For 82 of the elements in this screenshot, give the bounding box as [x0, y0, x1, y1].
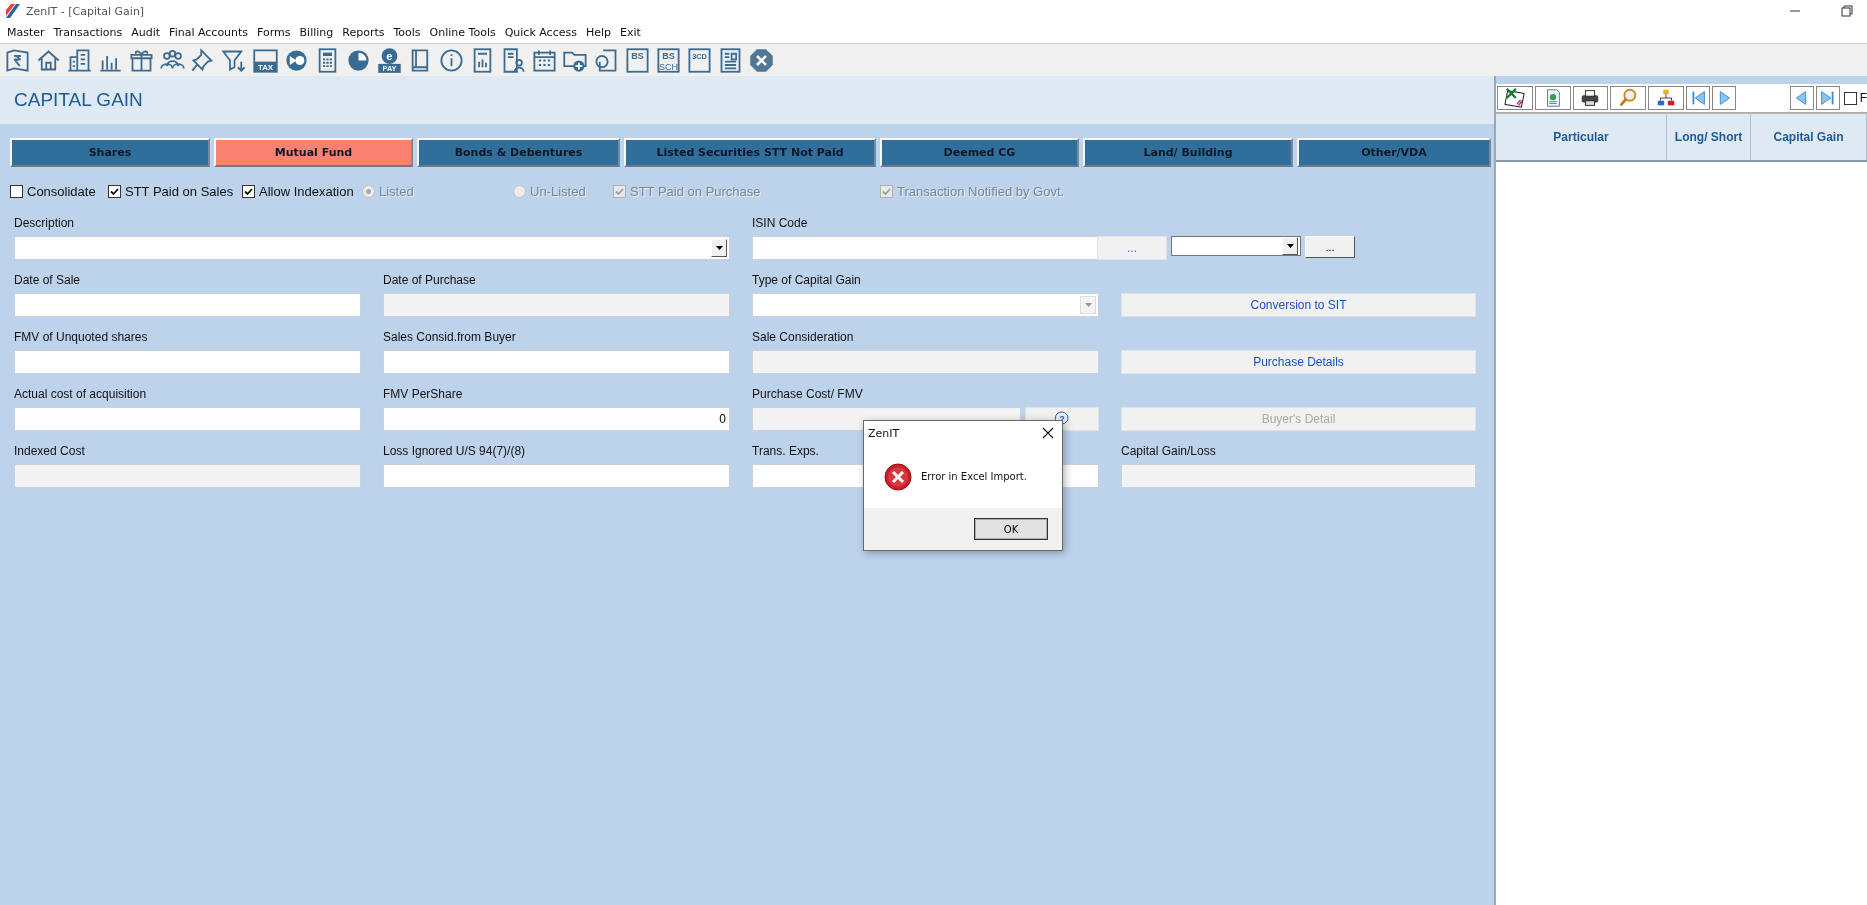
checkbox[interactable]: [242, 184, 255, 198]
skip-first-button[interactable]: [1686, 86, 1710, 110]
close-icon[interactable]: [1042, 427, 1054, 439]
ok-button[interactable]: OK: [974, 518, 1048, 540]
column-header: Long/ Short: [1667, 114, 1751, 160]
previous-button[interactable]: [1789, 86, 1814, 110]
input-field[interactable]: 0: [383, 407, 730, 431]
action-button: Buyer's Detail: [1121, 407, 1476, 431]
input-field[interactable]: [383, 350, 730, 374]
checkbox-label: F: [1859, 91, 1867, 105]
dialog-title: ZenIT: [868, 426, 900, 440]
info-icon[interactable]: [438, 46, 465, 74]
menu-item[interactable]: Online Tools: [429, 26, 502, 39]
checkbox[interactable]: [1843, 91, 1857, 105]
field-label: Capital Gain/Loss: [1121, 444, 1217, 458]
option-label: Listed: [379, 183, 414, 199]
action-button[interactable]: Purchase Details: [1121, 350, 1476, 374]
field-label: Purchase Cost/ FMV: [752, 387, 864, 401]
menu-item[interactable]: Billing: [299, 26, 340, 39]
checkbox[interactable]: [10, 184, 23, 198]
field-label: Actual cost of acquisition: [14, 387, 148, 401]
error-icon: [884, 462, 912, 491]
menu-item[interactable]: Master: [7, 26, 51, 39]
field-label: Type of Capital Gain: [752, 273, 862, 287]
menu-item[interactable]: Audit: [131, 26, 167, 39]
checkbox[interactable]: [108, 184, 121, 198]
field-label: FMV PerShare: [383, 387, 464, 401]
menu-item[interactable]: Quick Access: [504, 26, 583, 39]
menu-item[interactable]: Exit: [620, 26, 647, 39]
field-label: FMV of Unquoted shares: [14, 330, 149, 344]
action-button[interactable]: Conversion to SIT: [1121, 293, 1476, 317]
spreadsheet-button[interactable]: [1497, 86, 1533, 110]
field-label: Date of Purchase: [383, 273, 477, 287]
input-field[interactable]: [14, 293, 361, 317]
printer-button[interactable]: [1572, 86, 1609, 110]
option-label: STT Paid on Sales: [125, 183, 234, 199]
option-label: Allow Indexation: [259, 183, 354, 199]
app-logo-icon: [6, 4, 20, 18]
column-header: Particular: [1496, 114, 1667, 160]
menu-item[interactable]: Help: [585, 26, 618, 39]
option-label: Transaction Notified by Govt.: [897, 183, 1065, 199]
field-label: Trans. Exps.: [752, 444, 820, 458]
browse-button[interactable]: ...: [1097, 236, 1167, 260]
field-label: Date of Sale: [14, 273, 82, 287]
tab[interactable]: Mutual Fund: [214, 138, 413, 167]
input-field[interactable]: [14, 350, 361, 374]
window-title: ZenIT - [Capital Gain]: [26, 4, 145, 18]
field-label: Description: [14, 216, 76, 230]
tax-icon[interactable]: TAX: [252, 46, 279, 74]
menu-item[interactable]: Tools: [393, 26, 427, 39]
caret-icon: [715, 246, 723, 250]
bs-icon[interactable]: 3CD: [686, 46, 713, 74]
building-icon[interactable]: [66, 46, 93, 74]
field-label: Sale Consideration: [752, 330, 855, 344]
restore-icon[interactable]: [1841, 5, 1853, 17]
web-document-button[interactable]: [1534, 86, 1571, 110]
option-label: Un-Listed: [530, 183, 586, 199]
menu-item[interactable]: Transactions: [53, 26, 129, 39]
bs-icon[interactable]: BS: [624, 46, 651, 74]
hierarchy-button[interactable]: [1648, 86, 1684, 110]
spreadsheet-icon: [1503, 87, 1526, 109]
field-label: ISIN Code: [752, 216, 809, 230]
column-header: Capital Gain: [1751, 114, 1867, 160]
input-field[interactable]: [752, 236, 1099, 260]
dropdown-field[interactable]: [1171, 236, 1301, 256]
caret-icon: [1084, 303, 1092, 307]
field-label: Sales Consid.from Buyer: [383, 330, 517, 344]
option-label: STT Paid on Purchase: [630, 183, 761, 199]
next-button[interactable]: [1712, 86, 1736, 110]
option-label: Consolidate: [27, 183, 96, 199]
field-label: Loss Ignored U/S 94(7)/(8): [383, 444, 527, 458]
browse-button[interactable]: ...: [1305, 236, 1355, 258]
page-title: CAPITAL GAIN: [14, 89, 143, 111]
field-label: Indexed Cost: [14, 444, 86, 458]
bs-icon[interactable]: BS SCH: [655, 46, 682, 74]
dialog-message: Error in Excel Import.: [921, 471, 1027, 482]
menu-item[interactable]: Forms: [257, 26, 297, 39]
input-field[interactable]: [14, 407, 361, 431]
input-field[interactable]: [383, 464, 730, 488]
menu-item[interactable]: Reports: [342, 26, 391, 39]
caret-icon: [1286, 244, 1294, 248]
menu-item[interactable]: Final Accounts: [169, 26, 255, 39]
